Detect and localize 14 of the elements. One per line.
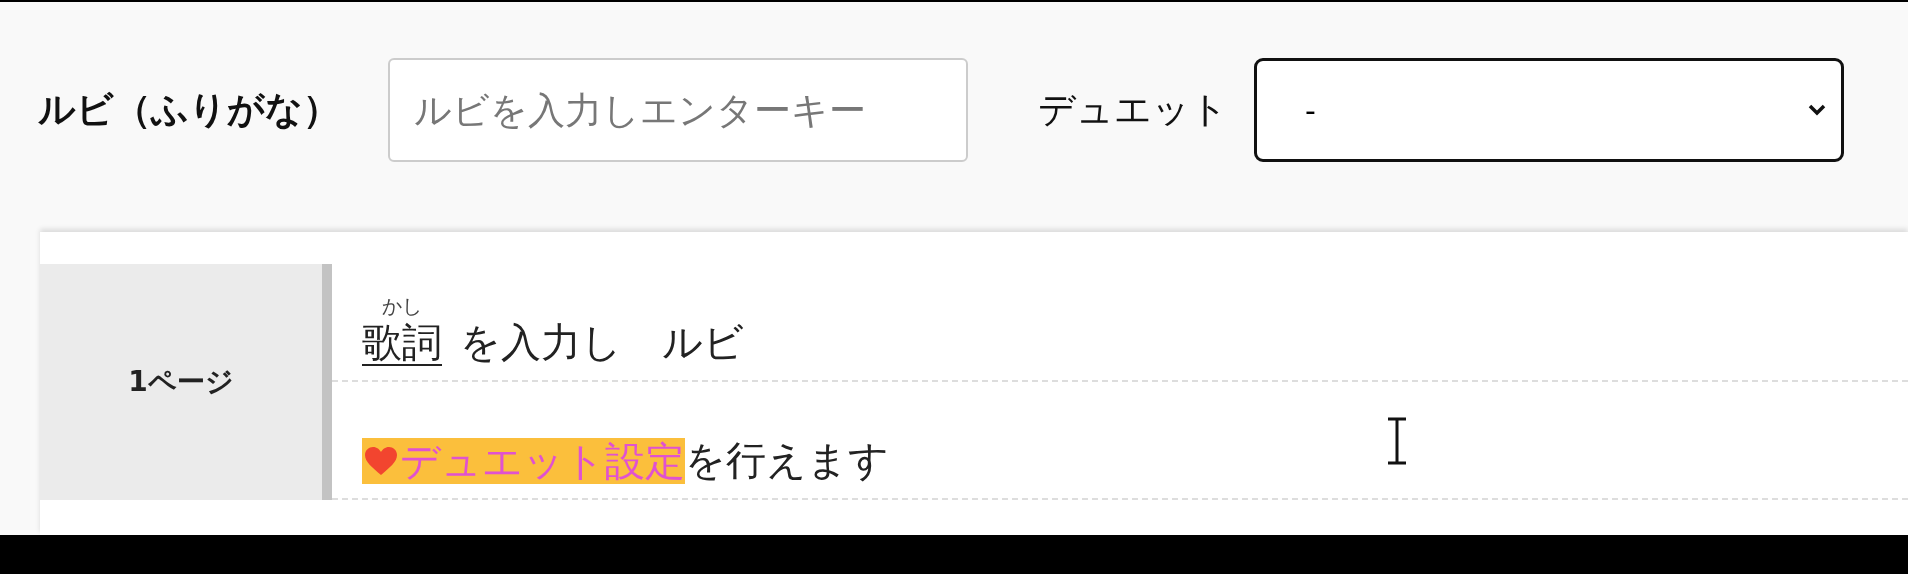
text-cursor-icon [1386, 417, 1408, 465]
ruby-input-field[interactable]: ルビを入力しエンターキー [388, 58, 968, 162]
duet-label: デュエット [1038, 87, 1228, 133]
lyric-text: を入力し [460, 320, 622, 366]
chevron-down-icon [1807, 103, 1827, 117]
lyric-text: を行えます [685, 438, 889, 484]
duet-text: デュエット設定 [400, 438, 685, 484]
lyric-text: ルビ [662, 320, 744, 366]
heart-icon [364, 446, 398, 476]
duet-select[interactable]: - [1254, 58, 1844, 162]
ruby-text: かし [382, 293, 422, 320]
ruby-label: ルビ（ふりがな） [38, 87, 340, 133]
lyric-word: 歌詞 [362, 320, 442, 366]
page-label: 1ページ [40, 264, 332, 500]
